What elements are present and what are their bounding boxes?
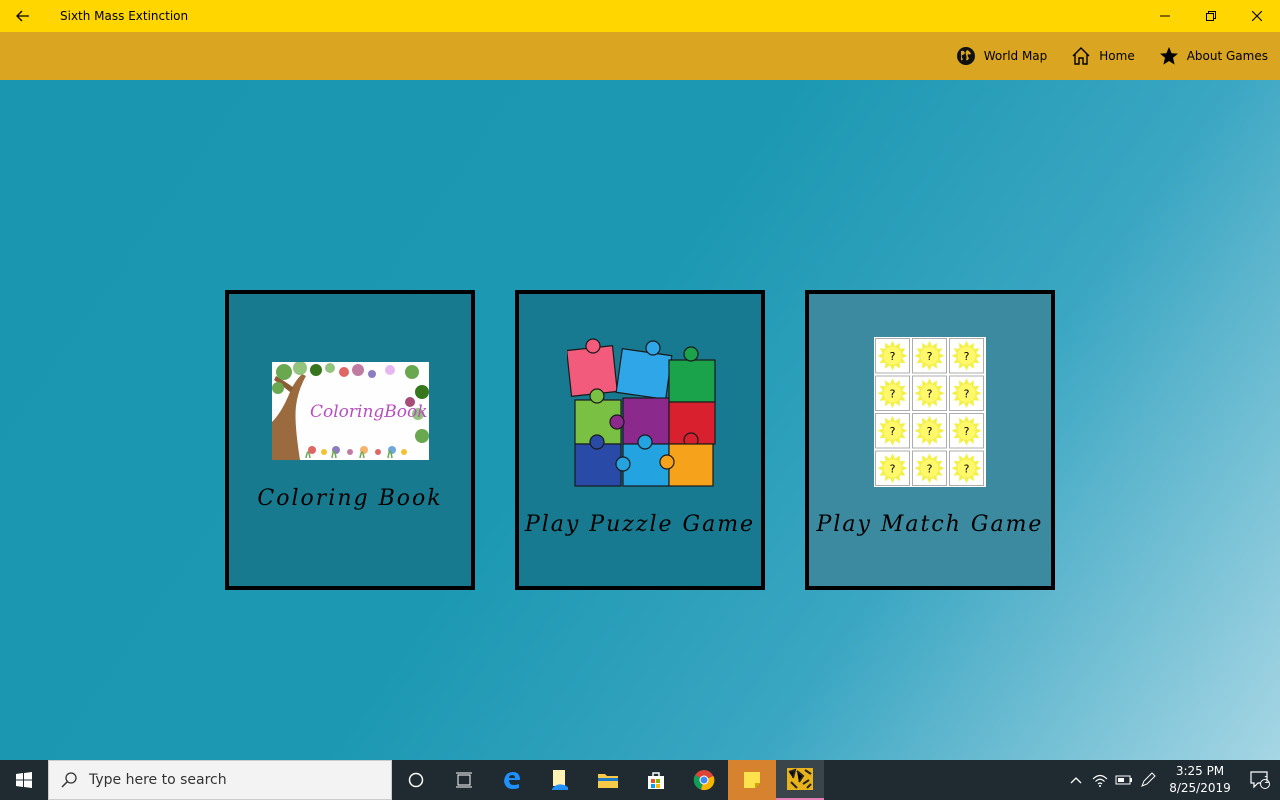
match-tile-mark: ? (964, 387, 970, 400)
wifi-icon (1092, 774, 1108, 787)
window-controls (1142, 0, 1280, 32)
coloring-book-card[interactable]: ColoringBook Coloring Book (225, 290, 475, 590)
search-icon (61, 772, 77, 788)
clock-date: 8/25/2019 (1169, 781, 1231, 795)
match-tile: ? (912, 413, 947, 449)
battery-button[interactable] (1112, 760, 1136, 800)
match-tile: ? (875, 375, 910, 411)
match-tile: ? (912, 375, 947, 411)
notification-count: 1 (1263, 775, 1270, 786)
show-hidden-icons-button[interactable] (1064, 760, 1088, 800)
search-placeholder: Type here to search (89, 772, 227, 788)
home-button[interactable]: Home (1071, 46, 1135, 66)
match-tile: ? (912, 450, 947, 486)
match-tile: ? (875, 413, 910, 449)
match-tile-mark: ? (964, 350, 970, 363)
star-icon (1159, 47, 1178, 65)
clock-time: 3:25 PM (1175, 764, 1225, 778)
sticky-note-icon (744, 772, 760, 788)
title-bar: Sixth Mass Extinction (0, 0, 1280, 32)
chevron-up-icon (1070, 777, 1082, 784)
task-view-button[interactable] (440, 760, 488, 800)
store-taskbar-button[interactable] (632, 760, 680, 800)
taskbar-clock[interactable]: 3:25 PM 8/25/2019 (1160, 763, 1240, 797)
arrow-left-icon (16, 10, 29, 22)
match-tile-mark: ? (890, 387, 896, 400)
network-button[interactable] (1088, 760, 1112, 800)
action-center-button[interactable]: 1 (1240, 760, 1280, 800)
close-icon (1252, 11, 1262, 21)
start-button[interactable] (0, 760, 48, 800)
restore-button[interactable] (1188, 0, 1234, 32)
match-tile: ? (949, 413, 984, 449)
windows-icon (16, 772, 32, 788)
puzzle-game-label: Play Puzzle Game (524, 512, 756, 537)
chrome-icon (693, 770, 715, 791)
document-icon (552, 770, 568, 790)
restore-icon (1206, 11, 1216, 21)
world-map-button[interactable]: World Map (956, 46, 1048, 66)
home-icon (1072, 47, 1090, 65)
chrome-taskbar-button[interactable] (680, 760, 728, 800)
cortana-button[interactable] (392, 760, 440, 800)
match-tile-mark: ? (964, 425, 970, 438)
system-tray: 3:25 PM 8/25/2019 1 (1064, 760, 1280, 800)
main-area: ColoringBook Coloring Book Play Puzzle G… (0, 80, 1280, 760)
match-tile: ? (875, 450, 910, 486)
match-tile: ? (875, 338, 910, 374)
about-games-button[interactable]: About Games (1159, 46, 1268, 66)
minimize-icon (1160, 15, 1170, 17)
pen-icon (1141, 772, 1156, 787)
battery-icon (1115, 775, 1132, 785)
back-button[interactable] (0, 0, 46, 32)
task-view-icon (456, 772, 472, 788)
edge-taskbar-button[interactable] (488, 760, 536, 800)
edge-icon (504, 772, 520, 789)
home-label: Home (1099, 49, 1135, 63)
coloring-book-image: ColoringBook (272, 362, 429, 460)
puzzle-image (566, 338, 719, 490)
world-map-label: World Map (983, 49, 1048, 63)
sticky-notes-taskbar-button[interactable] (728, 760, 776, 800)
file-app-taskbar-button[interactable] (536, 760, 584, 800)
about-games-label: About Games (1186, 49, 1268, 63)
app-title: Sixth Mass Extinction (60, 9, 189, 23)
match-tile: ? (949, 338, 984, 374)
match-grid-image: ???????????? (874, 337, 986, 487)
folder-icon (598, 774, 618, 788)
file-explorer-taskbar-button[interactable] (584, 760, 632, 800)
pen-button[interactable] (1136, 760, 1160, 800)
match-tile-mark: ? (927, 387, 933, 400)
minimize-button[interactable] (1142, 0, 1188, 32)
sixth-mass-extinction-taskbar-button[interactable] (776, 760, 824, 800)
cortana-icon (408, 772, 424, 788)
taskbar: Type here to search 3:25 PM 8/25/2019 1 (0, 760, 1280, 800)
match-tile: ? (912, 338, 947, 374)
match-tile-mark: ? (890, 462, 896, 475)
coloring-book-image-text: ColoringBook (310, 402, 428, 422)
command-bar: World Map Home About Games (0, 32, 1280, 80)
match-game-label: Play Match Game (816, 512, 1044, 537)
match-tile-mark: ? (927, 350, 933, 363)
globe-icon (956, 47, 975, 65)
match-tile-mark: ? (927, 462, 933, 475)
match-tile-mark: ? (890, 425, 896, 438)
store-icon (648, 772, 664, 789)
match-tile-mark: ? (964, 462, 970, 475)
match-tile-mark: ? (890, 350, 896, 363)
close-button[interactable] (1234, 0, 1280, 32)
app-icon (787, 768, 813, 790)
puzzle-game-card[interactable]: Play Puzzle Game (515, 290, 765, 590)
match-tile-mark: ? (927, 425, 933, 438)
match-tile: ? (949, 375, 984, 411)
coloring-book-label: Coloring Book (257, 486, 443, 511)
taskbar-search[interactable]: Type here to search (48, 760, 392, 800)
match-tile: ? (949, 450, 984, 486)
match-game-card[interactable]: ???????????? Play Match Game (805, 290, 1055, 590)
